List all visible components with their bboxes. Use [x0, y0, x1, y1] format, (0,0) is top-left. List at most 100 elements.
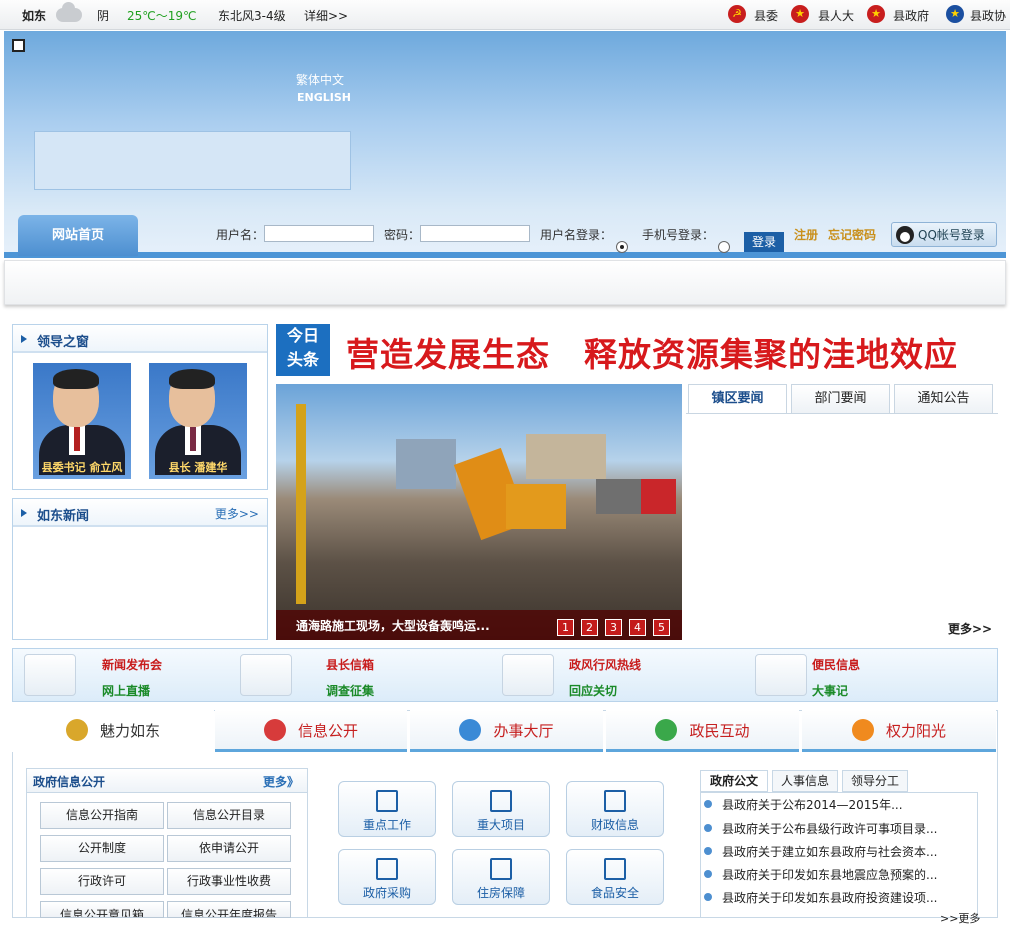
service-housing[interactable]: 住房保障	[452, 849, 550, 905]
building-shape	[396, 439, 456, 489]
tab-home[interactable]: 网站首页	[18, 215, 138, 256]
tab-personnel[interactable]: 人事信息	[772, 770, 838, 792]
lang-traditional-link[interactable]: 繁体中文	[296, 71, 344, 88]
docs-more-link[interactable]: >>更多	[940, 910, 980, 926]
building-shape	[526, 434, 606, 479]
weather-text: 阴	[97, 9, 110, 23]
link-county-government[interactable]: 县政府	[893, 7, 929, 24]
weather-detail-link[interactable]: 详细>>	[304, 7, 348, 24]
computer-icon[interactable]	[755, 654, 807, 696]
service-major-projects[interactable]: 重大项目	[452, 781, 550, 837]
password-input[interactable]	[420, 225, 530, 242]
login-mode-user-label: 用户名登录：	[540, 228, 613, 242]
quick-link[interactable]: 回应关切	[569, 682, 617, 699]
lang-english-link[interactable]: ENGLISH	[297, 91, 351, 104]
truck-cab-shape	[641, 479, 676, 514]
quick-link[interactable]: 网上直播	[102, 682, 150, 699]
gov-info-button[interactable]: 行政许可	[40, 868, 164, 895]
triangle-icon	[21, 509, 27, 517]
news-tabs-more-link[interactable]: 更多>>	[948, 620, 992, 637]
slide-page-button[interactable]: 2	[581, 619, 598, 636]
quick-link[interactable]: 调查征集	[326, 682, 374, 699]
gov-info-more-link[interactable]: 更多》	[263, 773, 299, 790]
tab-leader-duties[interactable]: 领导分工	[842, 770, 908, 792]
tab-charm-rudong[interactable]: 魅力如东	[12, 710, 214, 752]
service-food-safety[interactable]: 食品安全	[566, 849, 664, 905]
quick-link[interactable]: 新闻发布会	[102, 656, 162, 673]
username-input[interactable]	[264, 225, 374, 242]
slideshow-caption[interactable]: 通海路施工现场，大型设备轰鸣运...	[296, 617, 490, 634]
national-emblem-icon: ★	[791, 5, 809, 23]
qq-login-label: QQ帐号登录	[918, 228, 985, 242]
today-headline-badge: 今日 头条	[276, 324, 330, 376]
quick-link[interactable]: 大事记	[812, 682, 848, 699]
link-county-committee[interactable]: 县委	[754, 7, 778, 24]
doc-item[interactable]: 县政府关于公布2014—2015年...	[704, 796, 903, 813]
doc-item[interactable]: 县政府关于建立如东县政府与社会资本...	[703, 843, 937, 860]
gov-info-button[interactable]: 行政事业性收费	[167, 868, 291, 895]
info-icon	[263, 719, 286, 741]
gov-info-button[interactable]: 公开制度	[40, 835, 164, 862]
tab-label: 魅力如东	[99, 722, 160, 740]
excavator-body-shape	[506, 484, 566, 529]
hotline-icon[interactable]	[502, 654, 554, 696]
search-box[interactable]	[34, 131, 351, 190]
sub-menu-bar	[4, 260, 1006, 305]
tab-gov-documents[interactable]: 政府公文	[700, 770, 768, 792]
broken-image-icon	[12, 39, 25, 52]
forgot-password-link[interactable]: 忘记密码	[828, 226, 876, 243]
doc-item[interactable]: 县政府关于印发如东县地震应急预案的...	[703, 866, 937, 883]
leader-photo[interactable]: 县长 潘建华	[149, 363, 247, 479]
headline-text[interactable]: 营造发展生态 释放资源集聚的洼地效应	[346, 328, 958, 376]
tab-department-news[interactable]: 部门要闻	[791, 384, 890, 414]
cloudy-weather-icon	[56, 2, 82, 22]
slideshow-image[interactable]	[276, 384, 682, 640]
qq-penguin-icon	[896, 226, 914, 244]
news-title: 如东新闻	[37, 509, 90, 524]
press-conference-icon[interactable]	[24, 654, 76, 696]
leader-photo[interactable]: 县委书记 俞立风	[33, 363, 131, 479]
badge-bottom-text: 头条	[286, 350, 319, 369]
doc-item[interactable]: 县政府关于印发如东县政府投资建设项...	[703, 889, 937, 906]
slide-page-button[interactable]: 1	[557, 619, 574, 636]
login-mode-user-radio[interactable]	[616, 241, 628, 253]
service-procurement[interactable]: 政府采购	[338, 849, 436, 905]
party-emblem-icon: ☭	[728, 5, 746, 23]
gov-info-button[interactable]: 依申请公开	[167, 835, 291, 862]
register-link[interactable]: 注册	[794, 226, 818, 243]
tab-label: 政民互动	[689, 722, 750, 740]
gov-info-button[interactable]: 信息公开目录	[167, 802, 291, 829]
building-icon	[490, 858, 512, 880]
tab-interaction[interactable]: 政民互动	[606, 710, 799, 752]
service-finance-info[interactable]: 财政信息	[566, 781, 664, 837]
service-label: 住房保障	[476, 886, 525, 900]
tab-service-hall[interactable]: 办事大厅	[410, 710, 603, 752]
quick-link[interactable]: 县长信箱	[326, 656, 374, 673]
gov-info-button[interactable]: 信息公开年度报告	[167, 901, 291, 918]
gov-info-button[interactable]: 信息公开指南	[40, 802, 164, 829]
slide-page-button[interactable]: 4	[629, 619, 646, 636]
login-mode-phone-radio[interactable]	[718, 241, 730, 253]
tab-notices[interactable]: 通知公告	[894, 384, 993, 414]
quick-link[interactable]: 便民信息	[812, 656, 860, 673]
mailbox-icon[interactable]	[240, 654, 292, 696]
news-more-link[interactable]: 更多>>	[215, 505, 259, 522]
link-cppcc[interactable]: 县政协	[970, 7, 1006, 24]
slide-page-button[interactable]: 5	[653, 619, 670, 636]
tab-town-news[interactable]: 镇区要闻	[688, 384, 787, 414]
tab-power-sunshine[interactable]: 权力阳光	[802, 710, 996, 752]
doc-item[interactable]: 县政府关于公布县级行政许可事项目录...	[703, 820, 937, 837]
leaders-title: 领导之窗	[37, 335, 90, 350]
tab-info-disclosure[interactable]: 信息公开	[215, 710, 407, 752]
quick-link[interactable]: 政风行风热线	[569, 656, 641, 673]
gov-info-button[interactable]: 信息公开意见箱	[40, 901, 164, 918]
link-peoples-congress[interactable]: 县人大	[818, 7, 854, 24]
login-button[interactable]: 登录	[744, 232, 784, 252]
service-label: 食品安全	[590, 886, 639, 900]
slide-page-button[interactable]: 3	[605, 619, 622, 636]
service-key-work[interactable]: 重点工作	[338, 781, 436, 837]
city-name: 如东	[22, 9, 47, 23]
cppcc-emblem-icon: ★	[946, 5, 964, 23]
service-label: 财政信息	[590, 818, 639, 832]
qq-login-button[interactable]: QQ帐号登录	[891, 222, 997, 247]
